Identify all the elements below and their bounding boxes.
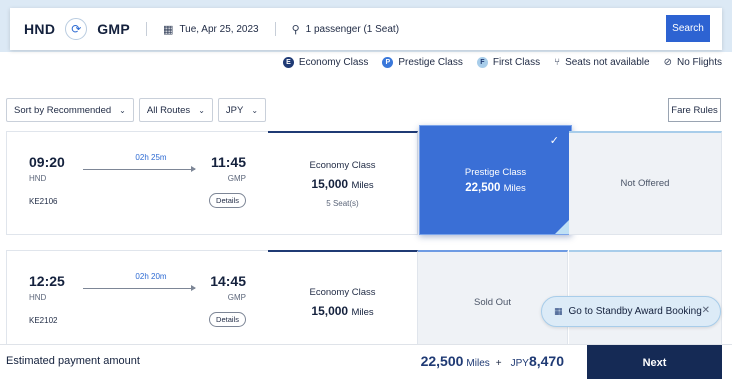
- payment-total: 22,500 Miles + JPY 8,470: [421, 353, 564, 369]
- sort-value: Sort by Recommended: [14, 104, 112, 116]
- date-value: Tue, Apr 25, 2023: [179, 23, 259, 35]
- flight-info: 12:25 02h 20m 14:45 HND GMP KE2102 Detai…: [6, 250, 268, 354]
- first-badge: F: [476, 57, 488, 68]
- search-bar: HND ⟳ GMP ▦ Tue, Apr 25, 2023 ⚲ 1 passen…: [10, 8, 722, 50]
- standby-award-banner[interactable]: ▦ Go to Standby Award Booking ✕: [541, 296, 721, 327]
- flight-info: 09:20 02h 25m 11:45 HND GMP KE2106 Detai…: [6, 131, 268, 235]
- legend-economy: E Economy Class: [282, 57, 369, 68]
- origin-airport[interactable]: HND: [24, 21, 55, 37]
- duration: 02h 20m: [135, 272, 167, 281]
- legend: E Economy Class P Prestige Class F First…: [269, 57, 722, 68]
- departure-code: HND: [29, 293, 47, 302]
- fare-rules-button[interactable]: Fare Rules: [668, 98, 721, 122]
- legend-first: F First Class: [476, 57, 541, 68]
- currency-code: JPY: [510, 358, 529, 369]
- legend-label: No Flights: [676, 57, 722, 68]
- seats-left: 5 Seat(s): [326, 198, 359, 208]
- class-name: Prestige Class: [464, 166, 527, 178]
- destination-airport[interactable]: GMP: [97, 21, 130, 37]
- chevron-down-icon: ⌄: [251, 105, 259, 115]
- miles-total: 22,500: [420, 353, 464, 369]
- passenger-selector[interactable]: ⚲ 1 passenger (1 Seat): [292, 23, 399, 36]
- departure-code: HND: [29, 174, 47, 183]
- filter-bar: Sort by Recommended ⌄ All Routes ⌄ JPY ⌄: [6, 98, 271, 122]
- estimate-label: Estimated payment amount: [6, 355, 140, 367]
- duration: 02h 25m: [135, 153, 167, 162]
- currency-value: JPY: [225, 104, 244, 116]
- legend-unavailable: ⑂ Seats not available: [554, 57, 650, 68]
- next-button[interactable]: Next: [587, 345, 722, 379]
- search-button[interactable]: Search: [666, 15, 710, 42]
- prestige-badge: P: [382, 57, 394, 68]
- class-name: Economy Class: [309, 159, 376, 171]
- route-arrow: [83, 166, 196, 172]
- calendar-icon: ▦: [554, 306, 563, 316]
- miles-unit: Miles: [466, 358, 490, 369]
- economy-badge: E: [282, 57, 294, 68]
- legend-label: Economy Class: [298, 57, 369, 68]
- flight-number: KE2106: [29, 197, 58, 206]
- routes-dropdown[interactable]: All Routes ⌄: [138, 98, 213, 122]
- legend-label: First Class: [492, 57, 541, 68]
- date-selector[interactable]: ▦ Tue, Apr 25, 2023: [163, 23, 259, 36]
- arrival-code: GMP: [227, 293, 246, 302]
- divider: [146, 22, 148, 36]
- miles-amount: 22,500 Miles: [465, 181, 526, 194]
- legend-no-flights: ⊘ No Flights: [664, 57, 722, 68]
- chevron-down-icon: ⌄: [198, 105, 205, 115]
- calendar-icon: ▦: [163, 23, 174, 36]
- standby-label: Go to Standby Award Booking: [568, 306, 702, 317]
- amount-total: 8,470: [528, 353, 564, 369]
- route: HND ⟳ GMP: [10, 18, 130, 40]
- first-fare-cell: Not Offered: [569, 131, 722, 235]
- routes-value: All Routes: [146, 104, 191, 116]
- close-icon[interactable]: ✕: [702, 305, 710, 316]
- economy-fare-cell[interactable]: Economy Class 15,000 Miles 5 Seat(s): [268, 131, 418, 235]
- plus-sign: +: [495, 358, 502, 369]
- details-button[interactable]: Details: [209, 312, 246, 327]
- passenger-value: 1 passenger (1 Seat): [305, 23, 400, 35]
- swap-icon[interactable]: ⟳: [65, 18, 88, 40]
- legend-label: Prestige Class: [398, 57, 463, 68]
- fare-status: Not Offered: [620, 178, 670, 189]
- fare-status: Sold Out: [474, 297, 511, 308]
- departure-time: 12:25: [29, 273, 65, 289]
- route-arrow: [83, 285, 196, 291]
- flight-number: KE2102: [29, 316, 58, 325]
- payment-bar: Estimated payment amount 22,500 Miles + …: [0, 344, 732, 379]
- person-icon: ⚲: [291, 23, 300, 36]
- arrival-time: 14:45: [210, 273, 246, 289]
- legend-label: Seats not available: [565, 57, 650, 68]
- seat-unavailable-icon: ⑂: [554, 57, 561, 68]
- miles-amount: 15,000 Miles: [311, 176, 374, 191]
- no-flights-icon: ⊘: [663, 57, 672, 68]
- currency-dropdown[interactable]: JPY ⌄: [217, 98, 267, 122]
- arrival-code: GMP: [227, 174, 246, 183]
- legend-prestige: P Prestige Class: [382, 57, 463, 68]
- sort-dropdown[interactable]: Sort by Recommended ⌄: [6, 98, 134, 122]
- prestige-fare-cell[interactable]: ✓ Prestige Class 22,500 Miles: [419, 125, 572, 235]
- divider: [274, 22, 276, 36]
- miles-amount: 15,000 Miles: [311, 304, 374, 318]
- details-button[interactable]: Details: [209, 193, 246, 208]
- arrival-time: 11:45: [210, 154, 246, 170]
- economy-fare-cell[interactable]: Economy Class 15,000 Miles: [268, 250, 418, 354]
- departure-time: 09:20: [29, 154, 65, 170]
- flight-row: 09:20 02h 25m 11:45 HND GMP KE2106 Detai…: [6, 125, 722, 235]
- check-icon: ✓: [549, 135, 559, 147]
- chevron-down-icon: ⌄: [119, 105, 126, 115]
- class-name: Economy Class: [309, 287, 376, 298]
